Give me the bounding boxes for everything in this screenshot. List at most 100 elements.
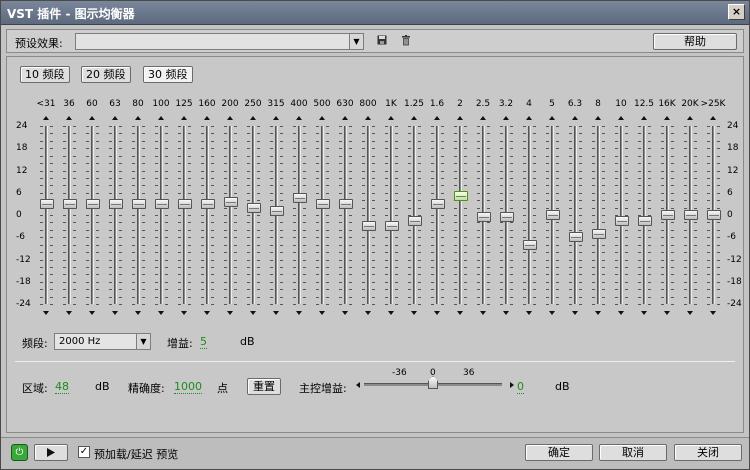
range-value[interactable]: 48 xyxy=(55,380,69,394)
band-slider-thumb[interactable] xyxy=(86,198,100,209)
band-down-arrow-icon[interactable] xyxy=(641,311,647,315)
band-slider-thumb[interactable] xyxy=(592,228,606,239)
band-down-arrow-icon[interactable] xyxy=(526,311,532,315)
band-slider-thumb[interactable] xyxy=(431,198,445,209)
preset-select[interactable]: ▼ xyxy=(75,33,364,50)
band-up-arrow-icon[interactable] xyxy=(66,116,72,120)
band-up-arrow-icon[interactable] xyxy=(135,116,141,120)
band-up-arrow-icon[interactable] xyxy=(43,116,49,120)
band-slider-thumb[interactable] xyxy=(546,210,560,220)
band-up-arrow-icon[interactable] xyxy=(687,116,693,120)
band-down-arrow-icon[interactable] xyxy=(572,311,578,315)
band-freq-select[interactable]: 2000 Hz ▼ xyxy=(54,333,151,350)
band-slider-track[interactable] xyxy=(114,126,117,304)
band-slider-track[interactable] xyxy=(68,126,71,304)
band-slider-track[interactable] xyxy=(459,126,462,304)
band-slider-thumb[interactable] xyxy=(661,210,675,220)
band-slider-track[interactable] xyxy=(528,126,531,304)
band-slider-thumb[interactable] xyxy=(454,191,468,202)
band-slider-thumb[interactable] xyxy=(569,232,583,243)
band-slider-track[interactable] xyxy=(321,126,324,304)
band-slider-thumb[interactable] xyxy=(408,215,422,226)
band-down-arrow-icon[interactable] xyxy=(411,311,417,315)
band-up-arrow-icon[interactable] xyxy=(89,116,95,120)
band-down-arrow-icon[interactable] xyxy=(457,311,463,315)
band-slider-track[interactable] xyxy=(574,126,577,304)
title-bar[interactable]: VST 插件 - 图示均衡器 × xyxy=(1,1,749,25)
band-mode-20-button[interactable]: 20 频段 xyxy=(81,66,131,83)
band-up-arrow-icon[interactable] xyxy=(388,116,394,120)
band-up-arrow-icon[interactable] xyxy=(526,116,532,120)
band-down-arrow-icon[interactable] xyxy=(250,311,256,315)
band-up-arrow-icon[interactable] xyxy=(503,116,509,120)
band-up-arrow-icon[interactable] xyxy=(710,116,716,120)
band-slider-thumb[interactable] xyxy=(477,211,491,222)
band-down-arrow-icon[interactable] xyxy=(135,311,141,315)
band-down-arrow-icon[interactable] xyxy=(503,311,509,315)
band-slider-thumb[interactable] xyxy=(40,198,54,209)
band-down-arrow-icon[interactable] xyxy=(181,311,187,315)
band-up-arrow-icon[interactable] xyxy=(112,116,118,120)
band-slider-thumb[interactable] xyxy=(316,198,330,209)
band-slider-thumb[interactable] xyxy=(362,221,376,232)
band-down-arrow-icon[interactable] xyxy=(204,311,210,315)
band-up-arrow-icon[interactable] xyxy=(572,116,578,120)
band-slider-thumb[interactable] xyxy=(638,215,652,226)
band-slider-track[interactable] xyxy=(160,126,163,304)
band-up-arrow-icon[interactable] xyxy=(457,116,463,120)
band-slider-thumb[interactable] xyxy=(155,198,169,209)
trash-icon[interactable] xyxy=(400,35,412,47)
band-up-arrow-icon[interactable] xyxy=(480,116,486,120)
band-slider-track[interactable] xyxy=(298,126,301,304)
band-down-arrow-icon[interactable] xyxy=(296,311,302,315)
band-slider-track[interactable] xyxy=(252,126,255,304)
band-slider-thumb[interactable] xyxy=(684,210,698,220)
band-down-arrow-icon[interactable] xyxy=(158,311,164,315)
band-down-arrow-icon[interactable] xyxy=(43,311,49,315)
band-slider-track[interactable] xyxy=(91,126,94,304)
band-slider-track[interactable] xyxy=(206,126,209,304)
band-up-arrow-icon[interactable] xyxy=(411,116,417,120)
band-down-arrow-icon[interactable] xyxy=(434,311,440,315)
band-down-arrow-icon[interactable] xyxy=(549,311,555,315)
band-down-arrow-icon[interactable] xyxy=(710,311,716,315)
band-up-arrow-icon[interactable] xyxy=(342,116,348,120)
band-down-arrow-icon[interactable] xyxy=(664,311,670,315)
power-icon[interactable]: ⏻ xyxy=(11,444,28,461)
preroll-checkbox[interactable]: ✓ xyxy=(78,446,90,458)
band-down-arrow-icon[interactable] xyxy=(687,311,693,315)
band-up-arrow-icon[interactable] xyxy=(434,116,440,120)
band-down-arrow-icon[interactable] xyxy=(273,311,279,315)
band-slider-thumb[interactable] xyxy=(270,206,284,217)
band-slider-track[interactable] xyxy=(390,126,393,304)
band-up-arrow-icon[interactable] xyxy=(319,116,325,120)
help-button[interactable]: 帮助 xyxy=(653,33,737,50)
band-gain-value[interactable]: 5 xyxy=(200,335,207,349)
precision-value[interactable]: 1000 xyxy=(174,380,202,394)
band-slider-track[interactable] xyxy=(229,126,232,304)
band-slider-thumb[interactable] xyxy=(201,198,215,209)
chevron-down-icon[interactable]: ▼ xyxy=(349,34,363,49)
close-button[interactable]: 关闭 xyxy=(674,444,742,461)
band-slider-track[interactable] xyxy=(45,126,48,304)
close-icon[interactable]: × xyxy=(728,4,745,20)
band-down-arrow-icon[interactable] xyxy=(365,311,371,315)
band-up-arrow-icon[interactable] xyxy=(664,116,670,120)
band-up-arrow-icon[interactable] xyxy=(365,116,371,120)
band-slider-track[interactable] xyxy=(436,126,439,304)
band-up-arrow-icon[interactable] xyxy=(273,116,279,120)
floppy-icon[interactable] xyxy=(376,35,388,47)
band-down-arrow-icon[interactable] xyxy=(618,311,624,315)
band-up-arrow-icon[interactable] xyxy=(250,116,256,120)
band-slider-track[interactable] xyxy=(344,126,347,304)
band-up-arrow-icon[interactable] xyxy=(595,116,601,120)
band-slider-thumb[interactable] xyxy=(385,221,399,232)
band-down-arrow-icon[interactable] xyxy=(89,311,95,315)
band-up-arrow-icon[interactable] xyxy=(549,116,555,120)
band-down-arrow-icon[interactable] xyxy=(595,311,601,315)
band-slider-thumb[interactable] xyxy=(109,198,123,209)
cancel-button[interactable]: 取消 xyxy=(599,444,667,461)
band-down-arrow-icon[interactable] xyxy=(319,311,325,315)
band-slider-track[interactable] xyxy=(367,126,370,304)
band-down-arrow-icon[interactable] xyxy=(480,311,486,315)
